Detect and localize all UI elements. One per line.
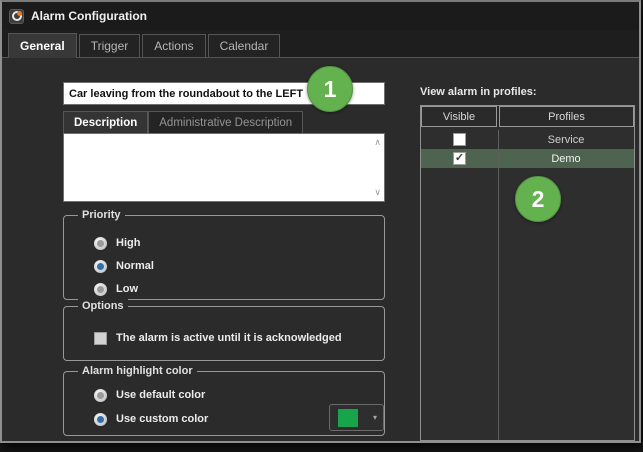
window-title: Alarm Configuration [31,9,147,23]
acknowledge-label: The alarm is active until it is acknowle… [116,332,342,344]
table-column-divider [498,130,499,440]
priority-low-radio[interactable] [94,282,107,296]
custom-color-row: Use custom color [94,409,208,429]
tab-general[interactable]: General [8,33,77,58]
priority-low-label: Low [116,283,138,295]
use-custom-color-radio[interactable] [94,412,107,426]
scroll-up-icon[interactable]: ∧ [374,138,381,147]
alarm-app-icon [9,8,24,24]
table-row-service[interactable]: Service [421,130,634,149]
column-header-profiles: Profiles [499,106,634,127]
priority-high-row: High [94,233,140,253]
use-custom-color-label: Use custom color [116,413,209,425]
use-default-color-label: Use default color [116,389,206,401]
tab-administrative-description[interactable]: Administrative Description [148,111,304,133]
profiles-table-body: Service Demo [421,130,634,440]
tab-trigger[interactable]: Trigger [78,34,141,57]
priority-normal-row: Normal [94,256,154,276]
demo-visible-checkbox[interactable] [453,152,466,165]
view-alarm-in-profiles-label: View alarm in profiles: [420,86,537,98]
default-color-row: Use default color [94,385,205,405]
options-group: Options The alarm is active until it is … [63,299,385,361]
screenshot-stage: Alarm Configuration General Trigger Acti… [0,0,643,452]
priority-normal-radio[interactable] [94,259,107,273]
use-default-color-radio[interactable] [94,388,107,402]
table-row-demo[interactable]: Demo [421,149,634,168]
options-group-label: Options [78,299,128,314]
priority-group: Priority High Normal Low [63,208,385,300]
main-tabstrip: General Trigger Actions Calendar [2,30,639,58]
alarm-configuration-window: Alarm Configuration General Trigger Acti… [0,0,641,443]
tab-description[interactable]: Description [63,111,149,133]
color-swatch [338,408,358,427]
titlebar: Alarm Configuration [2,2,639,30]
acknowledge-checkbox[interactable] [94,331,107,345]
profiles-table: Visible Profiles Service Demo [420,105,635,441]
service-visible-checkbox[interactable] [453,133,466,146]
column-header-visible: Visible [421,106,497,127]
annotation-circle-1: 1 [307,66,353,112]
chevron-down-icon: ▾ [372,413,377,422]
tab-calendar[interactable]: Calendar [207,34,281,57]
tab-actions[interactable]: Actions [142,34,206,57]
priority-low-row: Low [94,279,138,299]
service-profile-label: Service [547,133,585,146]
acknowledge-option-row: The alarm is active until it is acknowle… [94,328,342,348]
priority-high-radio[interactable] [94,236,107,250]
description-tabstrip: Description Administrative Description [63,111,304,133]
highlight-group-label: Alarm highlight color [78,364,197,379]
priority-high-label: High [116,237,141,249]
demo-profile-label: Demo [551,152,581,165]
profiles-table-header: Visible Profiles [421,106,634,127]
priority-normal-label: Normal [116,260,154,272]
alarm-highlight-color-group: Alarm highlight color Use default color … [63,364,385,436]
scroll-down-icon[interactable]: ∨ [374,188,381,197]
priority-group-label: Priority [78,208,125,223]
custom-color-dropdown[interactable]: ▾ [329,404,384,431]
annotation-circle-2: 2 [515,176,561,222]
description-textarea[interactable]: ∧ ∨ [63,133,385,202]
